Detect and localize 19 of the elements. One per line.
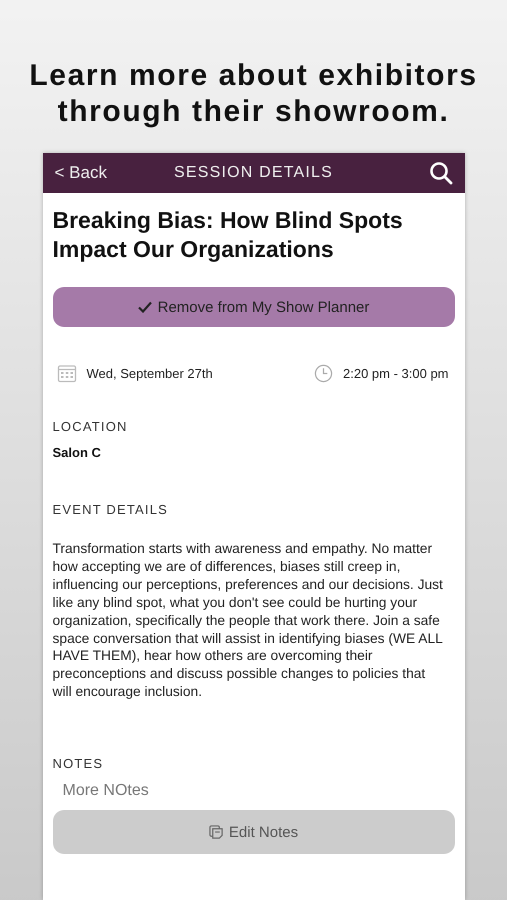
checkmark-icon xyxy=(138,301,152,313)
session-time: 2:20 pm - 3:00 pm xyxy=(343,366,448,380)
clock-icon xyxy=(314,364,333,382)
notes-text: More NOtes xyxy=(62,782,150,800)
back-link[interactable]: < Back xyxy=(54,163,107,183)
screen-title: SESSION DETAILS xyxy=(174,164,334,182)
edit-notes-button[interactable]: Edit Notes xyxy=(52,810,454,854)
calendar-icon xyxy=(56,363,76,383)
session-title: Breaking Bias: How Blind Spots Impact Our Organizations xyxy=(52,206,404,264)
location-value: Salon C xyxy=(52,445,102,460)
section-heading: LOCATION xyxy=(52,419,129,434)
section-heading: NOTES xyxy=(52,756,104,772)
planner-button[interactable]: Remove from My Show Planner xyxy=(52,287,454,327)
headline: Learn more about exhibitors through their showroom. xyxy=(28,58,479,130)
search-icon[interactable] xyxy=(428,161,452,185)
event-description: Transformation starts with awareness and empathy. No matter how accepting we are of differences, biases still creep in, influencing our perceptions, preferences and our decisions. Just like any blind spot, what you don't see could be hurting your organization, specifically the people that work there. Join a safe space conversation that will assist in identifying biases (WE ALL HAVE THEM), hear how others are overcoming their preconceptions and discuss possible changes to policies that will encourage inclusion. xyxy=(52,540,444,702)
session-date: Wed, September 27th xyxy=(86,366,213,380)
notes-icon xyxy=(208,824,224,840)
section-heading: EVENT DETAILS xyxy=(52,502,170,517)
